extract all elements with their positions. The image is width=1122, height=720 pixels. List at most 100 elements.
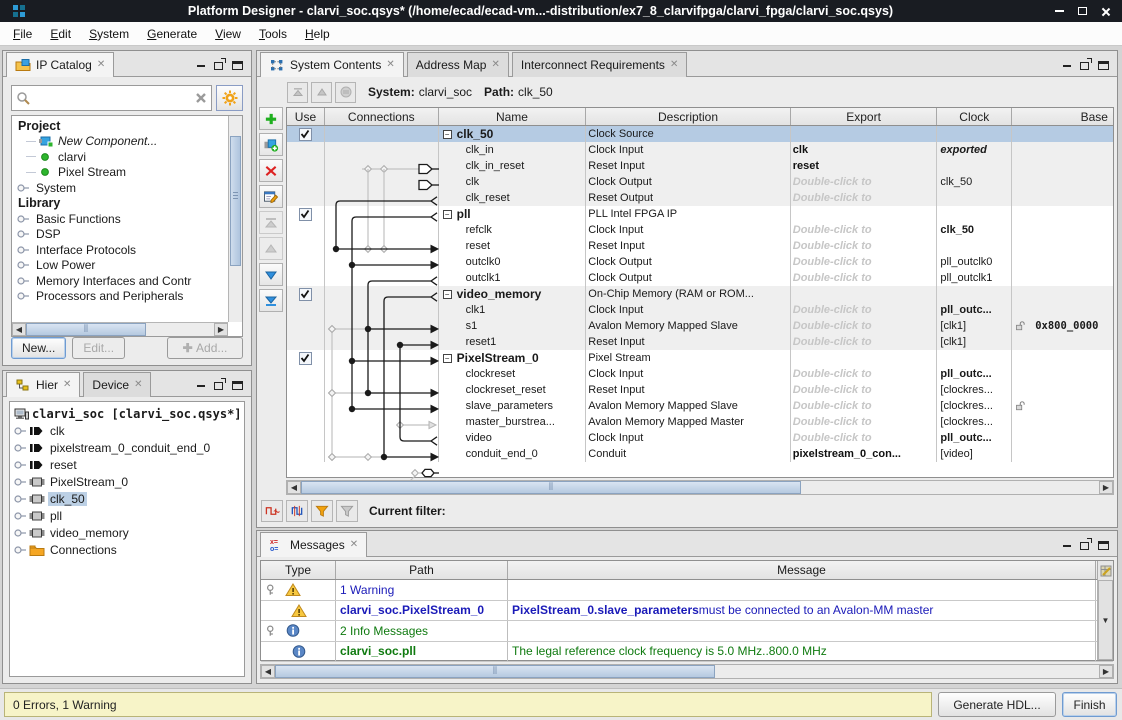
export-cell[interactable]: Double-click to [791,239,872,254]
table-row-clk-50[interactable]: −clk_50Clock Source [287,126,1113,142]
hier-item-clk[interactable]: clk [10,422,244,439]
export-cell[interactable]: reset [791,159,819,174]
move-bottom-button[interactable] [259,289,283,312]
catalog-item-pixel-stream[interactable]: Pixel Stream [12,165,228,181]
finish-button[interactable]: Finish [1062,692,1117,717]
add-component-button[interactable]: ✚ Add... [167,337,243,359]
column-header-connections[interactable]: Connections [325,108,439,125]
catalog-item-low-power[interactable]: Low Power [12,258,228,274]
close-tab-icon[interactable]: ✕ [491,60,499,70]
table-row-s1[interactable]: s1Avalon Memory Mapped SlaveDouble-click… [287,318,1113,334]
hier-item-connections[interactable]: Connections [10,541,244,558]
table-row-refclk[interactable]: refclkClock InputDouble-click toclk_50 [287,222,1113,238]
catalog-item-clarvi[interactable]: clarvi [12,149,228,165]
table-row-reset[interactable]: resetReset InputDouble-click to [287,238,1113,254]
hier-item-pixelstream-0[interactable]: PixelStream_0 [10,473,244,490]
export-cell[interactable]: Double-click to [791,303,872,318]
export-cell[interactable]: Double-click to [791,271,872,286]
clear-search-icon[interactable] [195,92,207,104]
scroll-right-icon[interactable]: ▶ [214,323,228,336]
tab-interconnect-requirements[interactable]: Interconnect Requirements✕ [512,52,687,77]
use-checkbox[interactable] [299,288,312,301]
use-checkbox[interactable] [299,208,312,221]
funnel-gray-button[interactable] [336,500,358,522]
column-header-use[interactable]: Use [287,108,325,125]
export-cell[interactable]: Double-click to [791,335,872,350]
tab-device[interactable]: Device✕ [83,372,151,397]
scroll-right-icon[interactable]: ▶ [1099,481,1113,494]
export-cell[interactable]: Double-click to [791,399,872,414]
table-row-pll[interactable]: −pllPLL Intel FPGA IP [287,206,1113,222]
tab-hier[interactable]: Hier✕ [6,372,80,397]
messages-column-message[interactable]: Message [508,561,1096,579]
ip-tree-horizontal-scrollbar[interactable]: ◀ ▶ [12,322,228,336]
scroll-right-icon[interactable]: ▶ [1099,665,1113,678]
column-header-description[interactable]: Description [586,108,791,125]
messages-column-path[interactable]: Path [336,561,508,579]
maximize-panel-icon[interactable] [232,381,243,390]
column-header-name[interactable]: Name [439,108,587,125]
table-row-master-burstrea-[interactable]: master_burstrea...Avalon Memory Mapped M… [287,414,1113,430]
menu-generate[interactable]: Generate [138,24,206,44]
export-cell[interactable]: clk [791,143,808,158]
ip-tree-vertical-scrollbar[interactable] [228,116,242,322]
message-row[interactable]: clarvi_soc.PixelStream_0PixelStream_0.sl… [261,601,1113,622]
maximize-panel-icon[interactable] [232,61,243,70]
collapse-group-icon[interactable]: − [443,354,452,363]
remove-x-button[interactable] [259,159,283,182]
wave-blue-button[interactable] [286,500,308,522]
maximize-panel-icon[interactable] [1098,541,1109,550]
catalog-item-interface-protocols[interactable]: Interface Protocols [12,242,228,258]
use-checkbox[interactable] [299,128,312,141]
menu-file[interactable]: File [4,24,41,44]
collapse-toggle-icon[interactable] [265,582,279,597]
catalog-settings-button[interactable] [216,85,243,111]
collapse-group-icon[interactable]: − [443,210,452,219]
scroll-left-icon[interactable]: ◀ [287,481,301,494]
move-up-button[interactable] [259,237,283,260]
catalog-item-processors-and-peripherals[interactable]: Processors and Peripherals [12,289,228,305]
menu-system[interactable]: System [80,24,138,44]
maximize-panel-icon[interactable] [1098,61,1109,70]
export-cell[interactable]: Double-click to [791,191,872,206]
edit-component-button[interactable]: Edit... [72,337,125,359]
table-row-outclk0[interactable]: outclk0Clock OutputDouble-click topll_ou… [287,254,1113,270]
tab-system-contents[interactable]: System Contents✕ [260,52,404,77]
float-panel-icon[interactable] [214,382,223,390]
hier-item-pixelstream-0-conduit-end-0[interactable]: pixelstream_0_conduit_end_0 [10,439,244,456]
column-header-base[interactable]: Base [1012,108,1113,125]
funnel-button[interactable] [311,500,333,522]
table-row-clk-in-reset[interactable]: clk_in_resetReset Inputreset [287,158,1113,174]
collapse-toggle-icon[interactable] [265,623,279,638]
move-top-sm-button[interactable] [287,82,308,103]
minimize-panel-icon[interactable] [197,385,205,387]
table-row-video[interactable]: videoClock InputDouble-click topll_outc.… [287,430,1113,446]
hier-item-reset[interactable]: reset [10,456,244,473]
minimize-panel-icon[interactable] [197,65,205,67]
table-row-reset1[interactable]: reset1Reset InputDouble-click to[clk1] [287,334,1113,350]
close-tab-icon[interactable]: ✕ [386,60,394,70]
table-row-clk[interactable]: clkClock OutputDouble-click toclk_50 [287,174,1113,190]
close-tab-icon[interactable]: ✕ [134,380,142,390]
close-tab-icon[interactable]: ✕ [63,380,71,390]
table-row-clk-reset[interactable]: clk_resetReset OutputDouble-click to [287,190,1113,206]
catalog-item-basic-functions[interactable]: Basic Functions [12,211,228,227]
scroll-left-icon[interactable]: ◀ [12,323,26,336]
edit-pencil-button[interactable] [259,185,283,208]
export-cell[interactable]: Double-click to [791,431,872,446]
collapse-group-icon[interactable]: − [443,130,452,139]
messages-column-type[interactable]: Type [261,561,336,579]
ip-search-box[interactable] [11,85,212,111]
wave-red-button[interactable] [261,500,283,522]
table-row-clk1[interactable]: clk1Clock InputDouble-click topll_outc..… [287,302,1113,318]
float-panel-icon[interactable] [1080,542,1089,550]
message-row[interactable]: clarvi_soc.pllThe legal reference clock … [261,642,1113,663]
menu-edit[interactable]: Edit [41,24,80,44]
base-address[interactable]: 0x800_0000 [1035,319,1098,334]
close-tab-icon[interactable]: ✕ [350,540,358,550]
float-panel-icon[interactable] [214,62,223,70]
move-down-button[interactable] [259,263,283,286]
plus-green-button[interactable] [259,107,283,130]
message-row[interactable]: 2 Info Messages [261,621,1113,642]
move-up-sm-button[interactable] [311,82,332,103]
